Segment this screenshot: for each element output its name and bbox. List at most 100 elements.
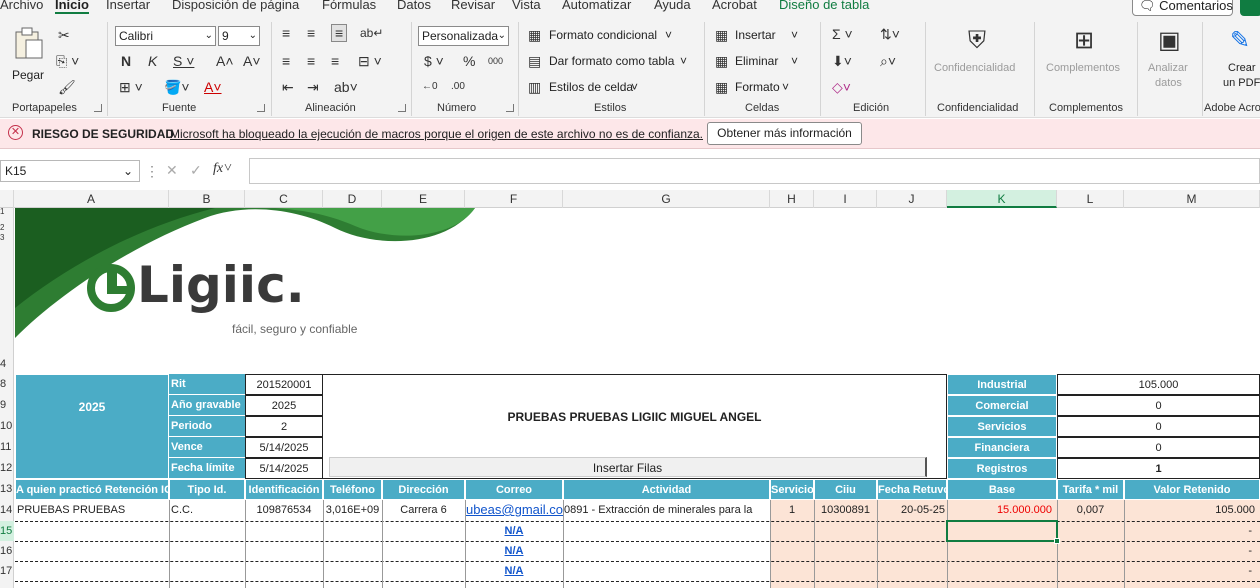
conditional-format-button[interactable]: ▦ Formato condicional ˅ — [528, 28, 688, 46]
underline-icon[interactable]: S ˅ — [173, 54, 194, 68]
row-header[interactable]: 4 — [0, 354, 14, 374]
label-fecha-limite[interactable]: Fecha límite — [169, 458, 245, 479]
crear-pdf-button[interactable]: ✎ Crear un PDF — [1212, 26, 1260, 98]
cell-styles-button[interactable]: ▥ Estilos de celda ˅ — [528, 80, 648, 98]
value-financiera[interactable]: 0 — [1057, 437, 1260, 458]
menu-inicio[interactable]: Inicio — [55, 0, 89, 14]
column-header-a[interactable]: A — [14, 190, 169, 208]
security-message-link[interactable]: Microsoft ha bloqueado la ejecución de m… — [170, 127, 703, 141]
header-base[interactable]: Base — [947, 479, 1057, 500]
cell-i14[interactable]: 10300891 — [814, 500, 877, 521]
cell-m15[interactable]: - — [1124, 521, 1252, 541]
row-header[interactable]: 9 — [0, 395, 14, 416]
insert-function-icon[interactable]: fx˅ — [213, 162, 233, 176]
share-button[interactable] — [1240, 0, 1260, 16]
cell-m17[interactable]: - — [1124, 561, 1252, 581]
column-header-j[interactable]: J — [877, 190, 947, 208]
row-header[interactable]: 2 — [0, 224, 14, 232]
value-rit[interactable]: 201520001 — [245, 374, 323, 395]
menu-diseno-tabla[interactable]: Diseño de tabla — [779, 0, 869, 12]
cell-m14[interactable]: 105.000 — [1124, 500, 1255, 521]
copy-icon[interactable]: ⎘ ˅ — [56, 54, 79, 68]
number-launcher-icon[interactable] — [506, 104, 514, 112]
find-icon[interactable]: ⌕˅ — [880, 54, 896, 68]
menu-archivo[interactable]: Archivo — [0, 0, 43, 12]
align-middle-icon[interactable]: ≡ — [307, 26, 315, 40]
format-cells-button[interactable]: ▦ Formato ˅ — [715, 80, 805, 98]
font-launcher-icon[interactable] — [257, 104, 265, 112]
value-periodo[interactable]: 2 — [245, 416, 323, 437]
label-industrial[interactable]: Industrial — [947, 374, 1057, 395]
fill-handle[interactable] — [1054, 538, 1060, 544]
decrease-decimal-icon[interactable]: .00 — [451, 80, 465, 94]
confidencialidad-button[interactable]: ⛨ Confidencialidad — [934, 26, 1026, 98]
cell-f15[interactable]: N/A — [465, 521, 563, 541]
row-header[interactable]: 8 — [0, 374, 14, 395]
value-industrial[interactable]: 105.000 — [1057, 374, 1260, 395]
enter-icon[interactable]: ✓ — [190, 163, 202, 177]
year-block[interactable]: 2025 — [15, 374, 169, 479]
wrap-text-icon[interactable]: ab↵ — [360, 26, 383, 40]
autosum-icon[interactable]: Σ ˅ — [832, 27, 853, 41]
menu-datos[interactable]: Datos — [397, 0, 431, 12]
header-direccion[interactable]: Dirección — [382, 479, 465, 500]
cell-j14[interactable]: 20-05-25 — [877, 500, 945, 521]
value-registros[interactable]: 1 — [1057, 458, 1260, 479]
cell-h14[interactable]: 1 — [770, 500, 814, 521]
label-rit[interactable]: Rit — [169, 374, 245, 395]
borders-icon[interactable]: ⊞ ˅ — [119, 80, 143, 94]
font-name-select[interactable]: Calibri ⌄ — [115, 26, 216, 46]
worksheet-grid[interactable]: Ligiic. fácil, seguro y confiable 2025 R… — [15, 208, 1260, 588]
header-servicio[interactable]: Servicio — [770, 479, 814, 500]
cell-b14[interactable]: C.C. — [171, 500, 243, 521]
increase-decimal-icon[interactable]: ←0 — [422, 80, 438, 94]
column-header-d[interactable]: D — [323, 190, 382, 208]
fill-color-icon[interactable]: 🪣˅ — [164, 80, 190, 94]
clear-icon[interactable]: ◇˅ — [832, 80, 851, 94]
cell-g14[interactable]: 0891 - Extracción de minerales para la — [564, 500, 770, 521]
increase-font-icon[interactable]: A˄ — [216, 54, 234, 68]
menu-formulas[interactable]: Fórmulas — [322, 0, 376, 12]
name-box[interactable]: K15 ⌄ — [0, 160, 140, 182]
select-all-corner[interactable] — [0, 190, 14, 208]
menu-disposicion[interactable]: Disposición de página — [172, 0, 299, 12]
currency-icon[interactable]: $ ˅ — [424, 54, 444, 68]
row-header[interactable]: 1 — [0, 208, 14, 216]
label-periodo[interactable]: Periodo — [169, 416, 245, 437]
cell-f17[interactable]: N/A — [465, 561, 563, 581]
menu-ayuda[interactable]: Ayuda — [654, 0, 691, 12]
header-fecha-retuvo[interactable]: Fecha Retuvo — [877, 479, 947, 500]
cell-l14[interactable]: 0,007 — [1057, 500, 1124, 521]
column-header-m[interactable]: M — [1124, 190, 1260, 208]
row-header[interactable]: 15 — [0, 521, 14, 541]
decrease-font-icon[interactable]: A˅ — [243, 54, 261, 68]
header-valor-retenido[interactable]: Valor Retenido — [1124, 479, 1260, 500]
align-right-icon[interactable]: ≡ — [331, 54, 339, 68]
bold-icon[interactable]: N — [121, 54, 131, 68]
column-header-h[interactable]: H — [770, 190, 814, 208]
header-a-quien[interactable]: A quien practicó Retención ICA — [15, 479, 169, 500]
menu-acrobat[interactable]: Acrobat — [712, 0, 757, 12]
row-header[interactable]: 3 — [0, 234, 14, 242]
header-correo[interactable]: Correo — [465, 479, 563, 500]
fill-icon[interactable]: ⬇˅ — [832, 54, 852, 68]
row-header[interactable]: 12 — [0, 458, 14, 479]
complementos-button[interactable]: ⊞ Complementos — [1044, 26, 1130, 98]
selected-cell-k15[interactable] — [946, 520, 1058, 542]
value-comercial[interactable]: 0 — [1057, 395, 1260, 416]
merge-center-icon[interactable]: ⊟ ˅ — [358, 54, 382, 68]
cell-a14[interactable]: PRUEBAS PRUEBAS — [16, 500, 168, 521]
cell-f16[interactable]: N/A — [465, 541, 563, 561]
menu-automatizar[interactable]: Automatizar — [562, 0, 631, 12]
label-financiera[interactable]: Financiera — [947, 437, 1057, 458]
column-header-k[interactable]: K — [947, 190, 1057, 208]
cell-c14[interactable]: 109876534 — [245, 500, 323, 521]
align-top-icon[interactable]: ≡ — [282, 26, 290, 40]
increase-indent-icon[interactable]: ⇥ — [307, 80, 319, 94]
label-comercial[interactable]: Comercial — [947, 395, 1057, 416]
decrease-indent-icon[interactable]: ⇤ — [282, 80, 294, 94]
column-header-i[interactable]: I — [814, 190, 877, 208]
format-table-button[interactable]: ▤ Dar formato como tabla ˅ — [528, 54, 693, 72]
cell-e14[interactable]: Carrera 6 — [382, 500, 465, 521]
column-header-b[interactable]: B — [169, 190, 245, 208]
